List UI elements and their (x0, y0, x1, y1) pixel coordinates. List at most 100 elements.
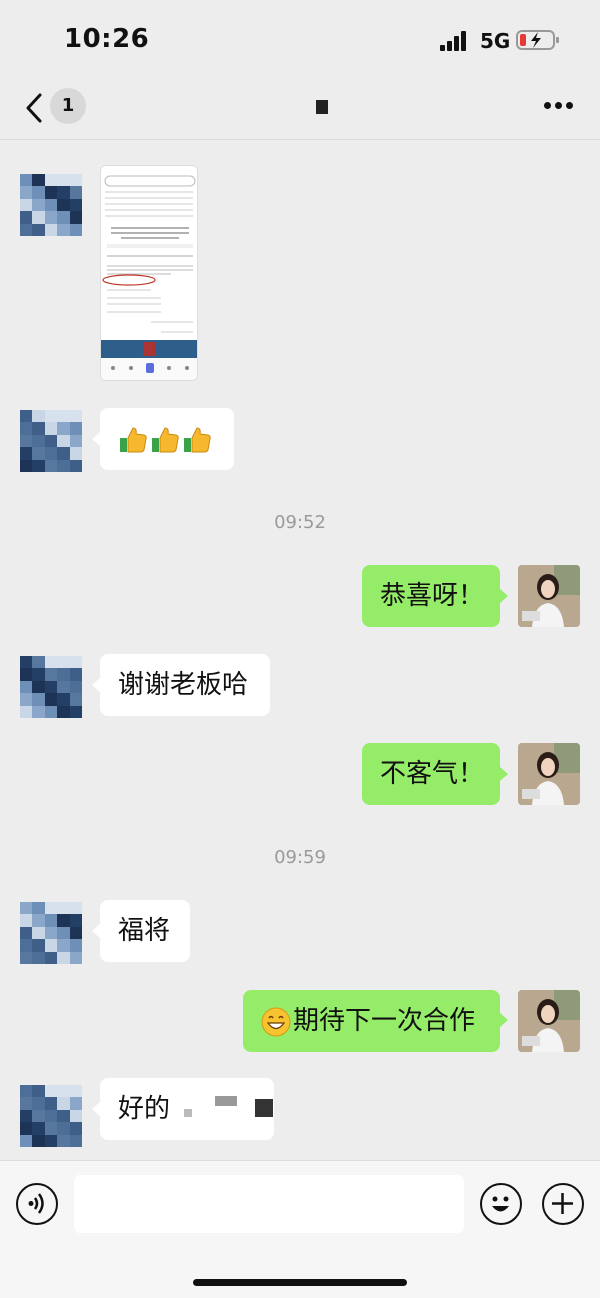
avatar-pixel (44, 1097, 58, 1111)
avatar-pixel (57, 1085, 71, 1098)
message-text: 期待下一次合作 (293, 1006, 476, 1036)
avatar-pixel (20, 174, 33, 187)
avatar-pixel (44, 186, 58, 200)
avatar-pixel (44, 656, 58, 669)
avatar-pixel (69, 926, 82, 940)
more-icon[interactable] (540, 100, 576, 112)
voice-input-icon[interactable] (16, 1183, 58, 1225)
avatar-pixel (69, 951, 82, 964)
avatar-pixel (32, 174, 46, 187)
grin-face-icon (261, 1007, 291, 1036)
status-time: 10:26 (64, 24, 150, 54)
unread-count-badge[interactable]: 1 (50, 88, 86, 124)
avatar-pixel (20, 926, 33, 940)
avatar-pixel (69, 668, 82, 682)
avatar-pixel (44, 174, 58, 187)
avatar-pixel (44, 198, 58, 212)
avatar-pixel (69, 1134, 82, 1147)
avatar-pixel (57, 447, 71, 461)
bubble-tail (92, 678, 100, 692)
thumbs-up-icon (152, 426, 179, 452)
avatar-pixel (20, 1085, 33, 1098)
avatar-pixel (69, 211, 82, 225)
status-bar: 10:26 5G (0, 0, 600, 80)
signal-icon (440, 31, 470, 51)
plus-icon[interactable] (542, 1183, 584, 1225)
avatar-pixel (20, 211, 33, 225)
avatar-pixel (57, 211, 71, 225)
avatar-pixel (44, 1085, 58, 1098)
avatar-pixel (69, 223, 82, 236)
my-avatar[interactable] (518, 990, 580, 1052)
avatar-pixel (69, 447, 82, 461)
avatar[interactable] (20, 902, 82, 964)
avatar-pixel (57, 951, 71, 964)
avatar[interactable] (20, 174, 82, 236)
avatar-pixel (69, 693, 82, 707)
avatar-pixel (44, 211, 58, 225)
my-avatar[interactable] (518, 565, 580, 627)
avatar-pixel (57, 434, 71, 448)
text-message[interactable]: 期待下一次合作 (243, 990, 500, 1052)
avatar-pixel (32, 410, 46, 423)
avatar-pixel (32, 656, 46, 669)
avatar-pixel (57, 410, 71, 423)
image-message[interactable] (100, 165, 198, 381)
avatar-pixel (20, 705, 33, 718)
avatar-pixel (69, 1085, 82, 1098)
avatar-pixel (32, 198, 46, 212)
avatar-pixel (32, 186, 46, 200)
avatar-pixel (44, 410, 58, 423)
text-message[interactable]: 福将 (100, 900, 190, 962)
avatar-pixel (57, 1109, 71, 1123)
avatar-pixel (57, 1122, 71, 1136)
text-message[interactable]: 谢谢老板哈 (100, 654, 270, 716)
bubble-tail (500, 589, 508, 603)
avatar-pixel (20, 434, 33, 448)
chevron-left-icon[interactable] (22, 92, 46, 124)
bubble-tail (92, 1102, 100, 1116)
avatar-pixel (44, 926, 58, 940)
bubble-tail (92, 432, 100, 446)
avatar-pixel (57, 668, 71, 682)
my-avatar[interactable] (518, 743, 580, 805)
avatar-pixel (20, 693, 33, 707)
censor-block (184, 1109, 193, 1117)
avatar[interactable] (20, 656, 82, 718)
text-message[interactable]: 恭喜呀！ (362, 565, 500, 627)
avatar-pixel (32, 705, 46, 718)
message-input[interactable] (74, 1175, 464, 1233)
censor-block (254, 1099, 273, 1117)
avatar-pixel (20, 186, 33, 200)
text-message[interactable]: 好的 (100, 1078, 274, 1140)
avatar-pixel (44, 693, 58, 707)
avatar-pixel (32, 447, 46, 461)
avatar-pixel (44, 951, 58, 964)
avatar-pixel (32, 422, 46, 436)
avatar-pixel (57, 186, 71, 200)
avatar-pixel (57, 174, 71, 187)
avatar-pixel (69, 1109, 82, 1123)
avatar-pixel (57, 1134, 71, 1147)
avatar[interactable] (20, 1085, 82, 1147)
avatar-pixel (20, 1109, 33, 1123)
avatar-pixel (32, 668, 46, 682)
avatar-pixel (20, 914, 33, 928)
emoji-message[interactable] (100, 408, 234, 470)
avatar-pixel (57, 902, 71, 915)
avatar-pixel (57, 1097, 71, 1111)
avatar-pixel (32, 902, 46, 915)
emoji-icon[interactable] (480, 1183, 522, 1225)
avatar-pixel (57, 939, 71, 953)
avatar-pixel (32, 223, 46, 236)
avatar-pixel (32, 1085, 46, 1098)
avatar[interactable] (20, 410, 82, 472)
avatar-pixel (69, 1122, 82, 1136)
avatar-pixel (20, 1097, 33, 1111)
avatar-pixel (57, 680, 71, 694)
battery-icon (516, 30, 559, 50)
avatar-pixel (20, 951, 33, 964)
avatar-pixel (20, 410, 33, 423)
avatar-pixel (32, 459, 46, 472)
text-message[interactable]: 不客气！ (362, 743, 500, 805)
